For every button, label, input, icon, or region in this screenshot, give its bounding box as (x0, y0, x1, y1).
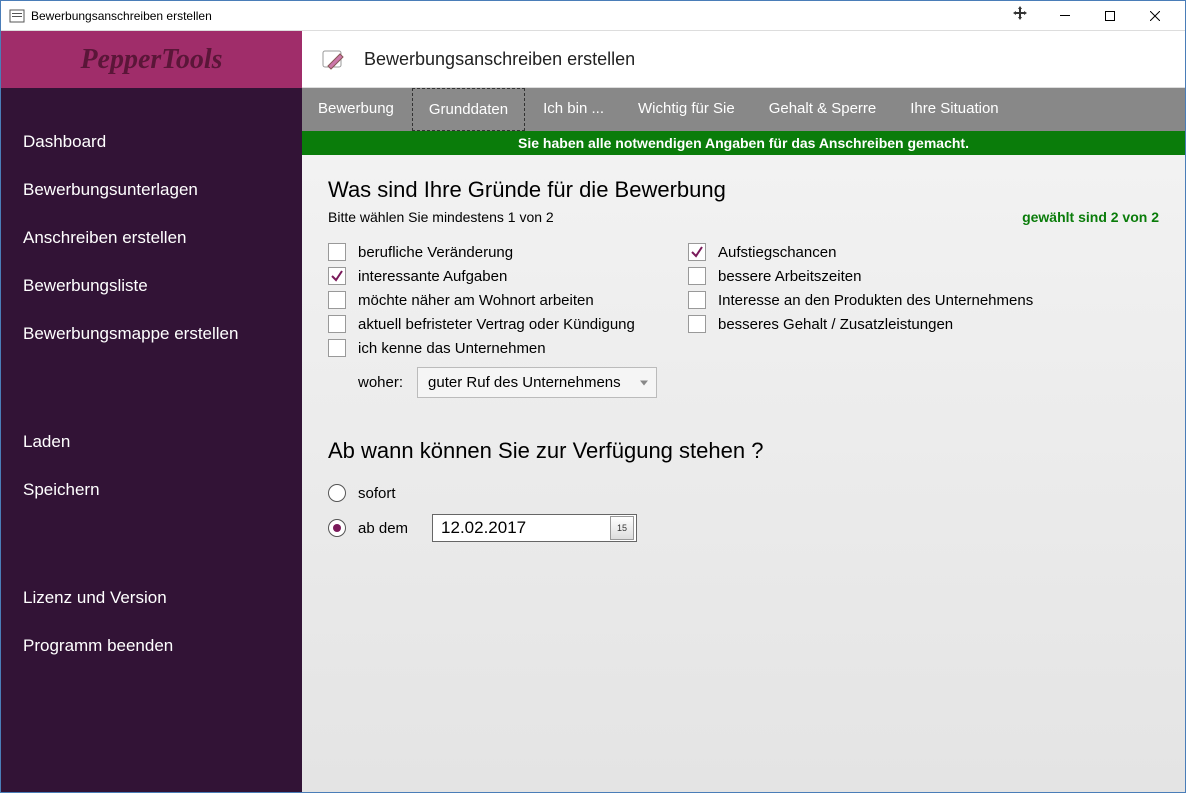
checkbox-kenne-unternehmen[interactable] (328, 339, 346, 357)
sidebar-item-bewerbungsunterlagen[interactable]: Bewerbungsunterlagen (1, 166, 302, 214)
move-icon (997, 6, 1042, 25)
main: Bewerbungsanschreiben erstellen Bewerbun… (302, 31, 1185, 792)
label-sofort: sofort (358, 485, 396, 502)
sidebar-item-lizenz[interactable]: Lizenz und Version (1, 574, 302, 622)
checkbox-besseres-gehalt[interactable] (688, 315, 706, 333)
reasons-subtitle: Bitte wählen Sie mindestens 1 von 2 (328, 209, 554, 225)
sidebar-item-laden[interactable]: Laden (1, 418, 302, 466)
checkbox-naeher-wohnort[interactable] (328, 291, 346, 309)
checkbox-aufstiegschancen[interactable] (688, 243, 706, 261)
status-strip: Sie haben alle notwendigen Angaben für d… (302, 131, 1185, 155)
tab-ich-bin[interactable]: Ich bin ... (527, 88, 620, 131)
document-edit-icon (320, 48, 348, 70)
sidebar-item-anschreiben-erstellen[interactable]: Anschreiben erstellen (1, 214, 302, 262)
titlebar: Bewerbungsanschreiben erstellen (1, 1, 1185, 31)
checkbox-bessere-arbeitszeiten[interactable] (688, 267, 706, 285)
app-icon (9, 8, 25, 24)
woher-label: woher: (358, 374, 403, 391)
sidebar-item-beenden[interactable]: Programm beenden (1, 622, 302, 670)
content: Was sind Ihre Gründe für die Bewerbung B… (302, 155, 1185, 792)
sidebar: PepperTools Dashboard Bewerbungsunterlag… (1, 31, 302, 792)
nav: Dashboard Bewerbungsunterlagen Anschreib… (1, 88, 302, 670)
woher-row: woher: guter Ruf des Unternehmens (358, 367, 1159, 398)
tabbar: Bewerbung Grunddaten Ich bin ... Wichtig… (302, 88, 1185, 131)
page-title: Bewerbungsanschreiben erstellen (364, 49, 635, 70)
label-berufliche-veraenderung: berufliche Veränderung (358, 244, 513, 261)
maximize-button[interactable] (1087, 2, 1132, 30)
reasons-title: Was sind Ihre Gründe für die Bewerbung (328, 177, 1159, 203)
sidebar-item-speichern[interactable]: Speichern (1, 466, 302, 514)
label-aufstiegschancen: Aufstiegschancen (718, 244, 836, 261)
label-interessante-aufgaben: interessante Aufgaben (358, 268, 507, 285)
checkbox-interesse-produkte[interactable] (688, 291, 706, 309)
minimize-button[interactable] (1042, 2, 1087, 30)
reasons-grid: berufliche Veränderung Aufstiegschancen … (328, 243, 1159, 357)
woher-select[interactable]: guter Ruf des Unternehmens (417, 367, 657, 398)
reasons-count: gewählt sind 2 von 2 (1022, 209, 1159, 225)
label-kenne-unternehmen: ich kenne das Unternehmen (358, 340, 546, 357)
tab-grunddaten[interactable]: Grunddaten (412, 88, 525, 131)
availability-title: Ab wann können Sie zur Verfügung stehen … (328, 438, 1159, 464)
tab-gehalt-sperre[interactable]: Gehalt & Sperre (753, 88, 893, 131)
radio-sofort[interactable] (328, 484, 346, 502)
label-naeher-wohnort: möchte näher am Wohnort arbeiten (358, 292, 594, 309)
sidebar-item-bewerbungsmappe[interactable]: Bewerbungsmappe erstellen (1, 310, 302, 358)
date-field: 15 (432, 514, 637, 542)
sidebar-item-dashboard[interactable]: Dashboard (1, 118, 302, 166)
checkbox-berufliche-veraenderung[interactable] (328, 243, 346, 261)
sidebar-item-bewerbungsliste[interactable]: Bewerbungsliste (1, 262, 302, 310)
label-ab-dem: ab dem (358, 520, 408, 537)
page-header: Bewerbungsanschreiben erstellen (302, 31, 1185, 88)
window-title: Bewerbungsanschreiben erstellen (31, 9, 997, 23)
brand-banner: PepperTools (1, 31, 302, 88)
tab-wichtig[interactable]: Wichtig für Sie (622, 88, 751, 131)
checkbox-befristeter-vertrag[interactable] (328, 315, 346, 333)
label-bessere-arbeitszeiten: bessere Arbeitszeiten (718, 268, 861, 285)
window-controls (1042, 2, 1177, 30)
tab-situation[interactable]: Ihre Situation (894, 88, 1014, 131)
brand-text: PepperTools (80, 44, 222, 76)
label-interesse-produkte: Interesse an den Produkten des Unternehm… (718, 292, 1033, 309)
radio-ab-dem[interactable] (328, 519, 346, 537)
tab-bewerbung[interactable]: Bewerbung (302, 88, 410, 131)
checkbox-interessante-aufgaben[interactable] (328, 267, 346, 285)
calendar-icon[interactable]: 15 (610, 516, 634, 540)
label-besseres-gehalt: besseres Gehalt / Zusatzleistungen (718, 316, 953, 333)
date-input[interactable] (433, 516, 608, 540)
label-befristeter-vertrag: aktuell befristeter Vertrag oder Kündigu… (358, 316, 635, 333)
close-button[interactable] (1132, 2, 1177, 30)
